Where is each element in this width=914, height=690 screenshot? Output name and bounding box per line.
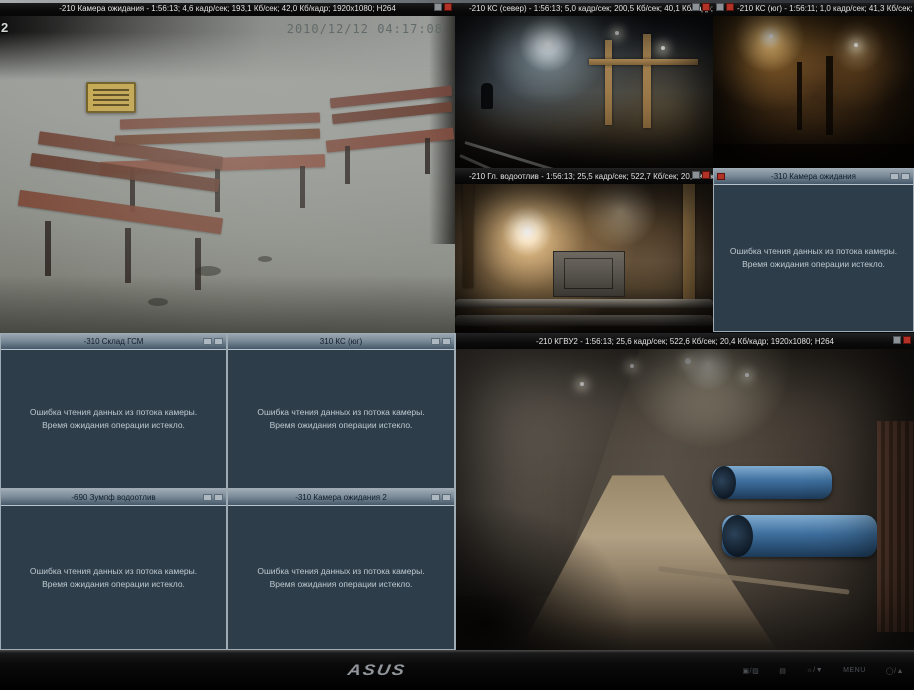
error-panel-ks-yug-310[interactable]: 310 КС (юг) Ошибка чтения данных из пото… bbox=[227, 333, 455, 489]
feed-panel-waiting-room[interactable]: -210 Камера ожидания - 1:56:13; 4,6 кадр… bbox=[0, 0, 455, 333]
error-panel-kamera-ozhidaniya-310[interactable]: -310 Камера ожидания Ошибка чтения данны… bbox=[713, 168, 914, 332]
record-icon bbox=[726, 3, 734, 11]
feed-panel-ks-south[interactable]: -210 КС (юг) - 1:56:11; 1,0 кадр/сек; 41… bbox=[713, 0, 914, 168]
error-line-1: Ошибка чтения данных из потока камеры. bbox=[30, 406, 197, 419]
vignette bbox=[713, 16, 914, 168]
error-line-2: Время ожидания операции истекло. bbox=[742, 258, 885, 271]
feed-title: -210 КС (север) - 1:56:13; 5,0 кадр/сек;… bbox=[455, 4, 713, 13]
stream-status-icon bbox=[434, 3, 442, 11]
fog-overlay bbox=[0, 16, 455, 333]
record-icon bbox=[903, 336, 911, 344]
panel-button-icon[interactable] bbox=[442, 494, 451, 501]
feed-panel-kgvu2[interactable]: -210 КГВУ2 - 1:56:13; 25,6 кадр/сек; 522… bbox=[455, 333, 914, 650]
error-line-1: Ошибка чтения данных из потока камеры. bbox=[257, 406, 424, 419]
error-line-2: Время ожидания операции истекло. bbox=[270, 419, 413, 432]
surveillance-grid: -210 Камера ожидания - 1:56:13; 4,6 кадр… bbox=[0, 0, 914, 650]
stream-status-icon bbox=[692, 171, 700, 179]
error-panel-kamera-ozhidaniya-2[interactable]: -310 Камера ожидания 2 Ошибка чтения дан… bbox=[227, 489, 455, 650]
error-panel-title: -310 Камера ожидания 2 bbox=[281, 493, 401, 502]
error-panel-title: -690 Зумпф водоотлив bbox=[57, 493, 169, 502]
video-waiting-room[interactable]: 2010/12/12 04:17:08 2 bbox=[0, 16, 455, 333]
error-titlebar[interactable]: 310 КС (юг) bbox=[228, 334, 454, 350]
panel-button-icon[interactable] bbox=[442, 338, 451, 345]
panel-button-icon[interactable] bbox=[203, 494, 212, 501]
panel-button-icon[interactable] bbox=[890, 173, 899, 180]
feed-titlebar-drainage[interactable]: -210 Гл. водоотлив - 1:56:13; 25,5 кадр/… bbox=[455, 168, 713, 184]
record-icon bbox=[702, 3, 710, 11]
video-ks-north[interactable] bbox=[455, 16, 713, 168]
error-message: Ошибка чтения данных из потока камеры. В… bbox=[714, 185, 913, 331]
camera-timestamp: 2010/12/12 04:17:08 bbox=[287, 22, 443, 36]
vignette bbox=[455, 184, 713, 332]
error-panel-title: -310 Склад ГСМ bbox=[70, 337, 158, 346]
asus-logo: ASUS bbox=[346, 662, 407, 680]
panel-button-icon[interactable] bbox=[431, 494, 440, 501]
feed-title: -210 КС (юг) - 1:56:11; 1,0 кадр/сек; 41… bbox=[713, 4, 914, 13]
error-titlebar[interactable]: -310 Склад ГСМ bbox=[1, 334, 226, 350]
vignette bbox=[455, 16, 713, 168]
panel-button-icon[interactable] bbox=[214, 338, 223, 345]
error-message: Ошибка чтения данных из потока камеры. В… bbox=[1, 506, 226, 649]
error-panel-title: 310 КС (юг) bbox=[306, 337, 376, 346]
error-titlebar[interactable]: -310 Камера ожидания bbox=[714, 169, 913, 185]
error-panel-sklad-gsm[interactable]: -310 Склад ГСМ Ошибка чтения данных из п… bbox=[0, 333, 227, 489]
record-icon bbox=[717, 173, 725, 180]
error-line-1: Ошибка чтения данных из потока камеры. bbox=[257, 565, 424, 578]
stream-status-icon bbox=[716, 3, 724, 11]
feed-panel-drainage[interactable]: -210 Гл. водоотлив - 1:56:13; 25,5 кадр/… bbox=[455, 168, 713, 332]
menu-button[interactable]: MENU bbox=[843, 667, 866, 675]
error-line-2: Время ожидания операции истекло. bbox=[42, 578, 185, 591]
monitor-controls: ▣/▨ ▤ ☼/▼ MENU ◯/▲ bbox=[743, 667, 904, 675]
error-message: Ошибка чтения данных из потока камеры. В… bbox=[228, 506, 454, 649]
error-line-1: Ошибка чтения данных из потока камеры. bbox=[730, 245, 897, 258]
error-message: Ошибка чтения данных из потока камеры. В… bbox=[228, 350, 454, 488]
quickfit-button[interactable]: ▤ bbox=[779, 667, 786, 675]
panel-button-icon[interactable] bbox=[203, 338, 212, 345]
record-icon bbox=[444, 3, 452, 11]
panel-button-icon[interactable] bbox=[431, 338, 440, 345]
monitor-bezel: ASUS ▣/▨ ▤ ☼/▼ MENU ◯/▲ bbox=[0, 650, 914, 690]
record-icon bbox=[702, 171, 710, 179]
stream-status-icon bbox=[893, 336, 901, 344]
stream-status-icon bbox=[692, 3, 700, 11]
error-line-2: Время ожидания операции истекло. bbox=[42, 419, 185, 432]
error-titlebar[interactable]: -690 Зумпф водоотлив bbox=[1, 490, 226, 506]
power-up-button[interactable]: ◯/▲ bbox=[886, 667, 904, 675]
video-drainage[interactable] bbox=[455, 184, 713, 332]
screen-top-edge bbox=[0, 0, 914, 3]
feed-title: -210 КГВУ2 - 1:56:13; 25,6 кадр/сек; 522… bbox=[522, 337, 848, 346]
asus-monitor: -210 Камера ожидания - 1:56:13; 4,6 кадр… bbox=[0, 0, 914, 690]
video-kgvu2[interactable] bbox=[456, 349, 914, 650]
panel-button-icon[interactable] bbox=[214, 494, 223, 501]
video-ks-south[interactable] bbox=[713, 16, 914, 168]
feed-panel-ks-north[interactable]: -210 КС (север) - 1:56:13; 5,0 кадр/сек;… bbox=[455, 0, 713, 168]
feed-titlebar-kgvu2[interactable]: -210 КГВУ2 - 1:56:13; 25,6 кадр/сек; 522… bbox=[456, 333, 914, 349]
brightness-down-button[interactable]: ☼/▼ bbox=[806, 667, 823, 675]
feed-title: -210 Камера ожидания - 1:56:13; 4,6 кадр… bbox=[45, 4, 410, 13]
input-select-button[interactable]: ▣/▨ bbox=[743, 667, 760, 675]
error-panel-zumpf-vodootliv[interactable]: -690 Зумпф водоотлив Ошибка чтения данны… bbox=[0, 489, 227, 650]
panel-button-icon[interactable] bbox=[901, 173, 910, 180]
vignette bbox=[456, 349, 914, 650]
error-line-2: Время ожидания операции истекло. bbox=[270, 578, 413, 591]
error-message: Ошибка чтения данных из потока камеры. В… bbox=[1, 350, 226, 488]
error-line-1: Ошибка чтения данных из потока камеры. bbox=[30, 565, 197, 578]
camera-number-overlay: 2 bbox=[1, 20, 8, 35]
error-titlebar[interactable]: -310 Камера ожидания 2 bbox=[228, 490, 454, 506]
error-panel-title: -310 Камера ожидания bbox=[757, 172, 870, 181]
feed-title: -210 Гл. водоотлив - 1:56:13; 25,5 кадр/… bbox=[455, 172, 713, 181]
